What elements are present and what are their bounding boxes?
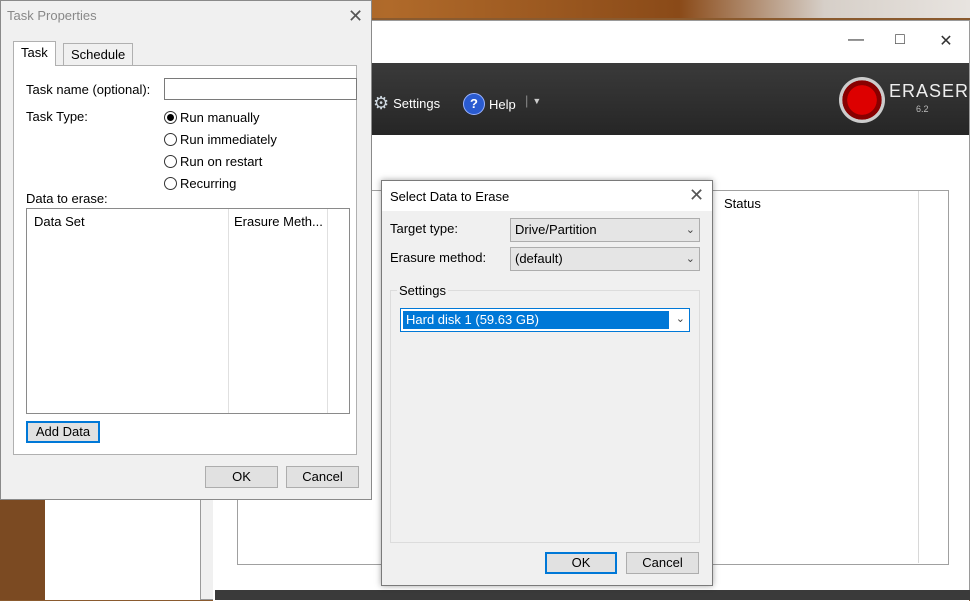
radio-run-immediately[interactable]: Run immediately bbox=[164, 132, 277, 147]
data-to-erase-label: Data to erase: bbox=[26, 191, 108, 206]
radio-label: Run immediately bbox=[180, 132, 277, 147]
close-icon[interactable]: ✕ bbox=[348, 6, 363, 27]
taskbar-fragment bbox=[215, 590, 970, 600]
status-column-header[interactable]: Status bbox=[724, 196, 761, 211]
settings-button[interactable]: ⚙ Settings bbox=[373, 93, 440, 114]
data-set-list[interactable]: Data Set Erasure Meth... bbox=[26, 208, 350, 414]
tab-task[interactable]: Task bbox=[13, 41, 56, 66]
task-properties-dialog: Task Properties ✕ Task Schedule Task nam… bbox=[0, 0, 372, 500]
task-type-label: Task Type: bbox=[26, 109, 88, 124]
column-divider bbox=[228, 209, 229, 413]
erasure-method-label: Erasure method: bbox=[390, 250, 487, 265]
toolbar-separator: | bbox=[525, 93, 529, 108]
radio-run-on-restart[interactable]: Run on restart bbox=[164, 154, 262, 169]
radio-selected-icon bbox=[164, 111, 177, 124]
cancel-label: Cancel bbox=[642, 555, 683, 570]
ok-button[interactable]: OK bbox=[205, 466, 278, 488]
help-dropdown-button[interactable]: | ▼ bbox=[525, 93, 541, 108]
target-type-value: Drive/Partition bbox=[515, 222, 597, 237]
erasure-method-value: (default) bbox=[515, 251, 563, 266]
minimize-icon[interactable]: — bbox=[841, 31, 871, 51]
help-button[interactable]: ? Help bbox=[463, 93, 516, 115]
help-icon: ? bbox=[463, 93, 485, 115]
logo-version: 6.2 bbox=[916, 104, 929, 114]
dialog-title: Task Properties bbox=[7, 8, 97, 23]
cancel-button[interactable]: Cancel bbox=[286, 466, 359, 488]
logo-text: ERASER bbox=[889, 81, 970, 101]
erasure-method-column-header[interactable]: Erasure Meth... bbox=[234, 214, 323, 229]
column-divider bbox=[327, 209, 328, 413]
erasure-method-dropdown[interactable]: (default) ⌄ bbox=[510, 247, 700, 271]
radio-label: Run on restart bbox=[180, 154, 263, 169]
cancel-label: Cancel bbox=[302, 469, 343, 484]
add-data-label: Add Data bbox=[35, 424, 91, 439]
radio-recurring[interactable]: Recurring bbox=[164, 176, 236, 191]
dialog-title: Select Data to Erase bbox=[390, 189, 510, 204]
task-name-label: Task name (optional): bbox=[26, 82, 151, 97]
tab-task-label: Task bbox=[21, 45, 48, 60]
radio-unselected-icon bbox=[164, 177, 177, 190]
help-label: Help bbox=[489, 96, 516, 112]
radio-unselected-icon bbox=[164, 155, 177, 168]
ok-label: OK bbox=[571, 555, 591, 570]
ok-label: OK bbox=[232, 469, 251, 484]
radio-label: Run manually bbox=[180, 110, 260, 125]
tab-schedule-label: Schedule bbox=[71, 47, 126, 62]
radio-run-manually[interactable]: Run manually bbox=[164, 110, 260, 125]
data-set-column-header[interactable]: Data Set bbox=[34, 214, 85, 229]
target-type-label: Target type: bbox=[390, 221, 458, 236]
chevron-down-icon: ⌄ bbox=[685, 224, 695, 236]
drive-value: Hard disk 1 (59.63 GB) bbox=[403, 311, 669, 329]
add-data-button[interactable]: Add Data bbox=[26, 421, 100, 443]
radio-label: Recurring bbox=[180, 176, 237, 191]
maximize-icon[interactable]: □ bbox=[885, 31, 915, 51]
chevron-down-icon: ▼ bbox=[532, 95, 542, 106]
chevron-down-icon: ⌄ bbox=[685, 253, 695, 265]
select-dialog-titlebar: Select Data to Erase ✕ bbox=[382, 181, 712, 211]
task-name-input[interactable] bbox=[164, 78, 357, 100]
target-type-dropdown[interactable]: Drive/Partition ⌄ bbox=[510, 218, 700, 242]
column-divider bbox=[918, 191, 919, 563]
radio-unselected-icon bbox=[164, 133, 177, 146]
close-icon[interactable]: ✕ bbox=[689, 185, 704, 206]
settings-group-label: Settings bbox=[397, 283, 448, 298]
settings-label: Settings bbox=[393, 96, 441, 111]
chevron-down-icon: ⌄ bbox=[675, 313, 685, 325]
cancel-button[interactable]: Cancel bbox=[626, 552, 699, 574]
close-icon[interactable]: ✕ bbox=[931, 31, 961, 51]
gear-icon: ⚙ bbox=[373, 93, 390, 113]
ok-button[interactable]: OK bbox=[545, 552, 617, 574]
drive-dropdown[interactable]: Hard disk 1 (59.63 GB) ⌄ bbox=[400, 308, 690, 332]
eraser-logo-icon bbox=[839, 77, 885, 123]
tab-schedule[interactable]: Schedule bbox=[63, 43, 134, 66]
